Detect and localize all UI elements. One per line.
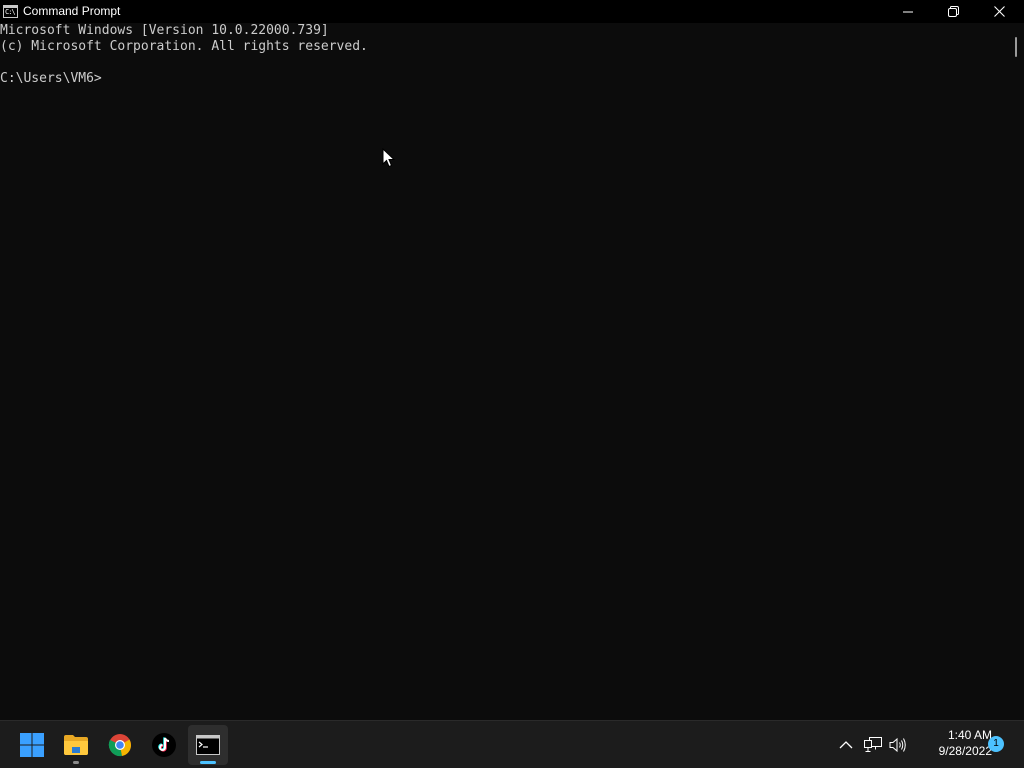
- chevron-up-icon: [839, 741, 853, 749]
- console-line: (c) Microsoft Corporation. All rights re…: [0, 39, 368, 54]
- network-icon: [864, 737, 882, 752]
- close-button[interactable]: [976, 0, 1022, 23]
- title-bar[interactable]: C:\ Command Prompt: [0, 0, 1024, 23]
- tiktok-icon: [152, 733, 176, 757]
- console-prompt[interactable]: C:\Users\VM6>: [0, 71, 102, 87]
- window-title: Command Prompt: [23, 4, 121, 18]
- taskbar-command-prompt[interactable]: [188, 725, 228, 765]
- clock-date: 9/28/2022: [938, 744, 992, 758]
- console-output[interactable]: Microsoft Windows [Version 10.0.22000.73…: [0, 23, 1007, 719]
- terminal-icon: [196, 735, 220, 755]
- restore-icon: [947, 6, 959, 17]
- taskbar: 1:40 AM 9/28/2022 1: [0, 720, 1024, 768]
- start-button[interactable]: [12, 725, 52, 765]
- taskbar-file-explorer[interactable]: [56, 725, 96, 765]
- network-button[interactable]: [863, 734, 883, 756]
- app-icon-glyph: C:\: [5, 8, 16, 16]
- active-app-indicator: [200, 761, 216, 764]
- folder-icon: [64, 735, 88, 755]
- command-prompt-app-icon[interactable]: C:\: [3, 5, 18, 18]
- vertical-scrollbar[interactable]: [1007, 23, 1024, 719]
- windows-logo-icon: [20, 733, 44, 757]
- console-line: Microsoft Windows [Version 10.0.22000.73…: [0, 23, 329, 38]
- minimize-button[interactable]: [885, 0, 931, 23]
- chrome-icon: [108, 734, 132, 757]
- running-indicator: [73, 761, 79, 764]
- scrollbar-thumb[interactable]: [1015, 37, 1017, 57]
- taskbar-tiktok[interactable]: [144, 725, 184, 765]
- maximize-button[interactable]: [930, 0, 976, 23]
- taskbar-chrome[interactable]: [100, 725, 140, 765]
- taskbar-clock[interactable]: 1:40 AM 9/28/2022: [908, 727, 992, 759]
- volume-icon: [889, 737, 906, 753]
- notification-badge[interactable]: 1: [988, 736, 1004, 752]
- volume-button[interactable]: [888, 734, 908, 756]
- close-icon: [993, 6, 1005, 17]
- minimize-icon: [903, 11, 913, 12]
- mouse-pointer-icon: [382, 148, 396, 168]
- show-hidden-icons-button[interactable]: [836, 734, 856, 756]
- clock-time: 1:40 AM: [947, 728, 992, 742]
